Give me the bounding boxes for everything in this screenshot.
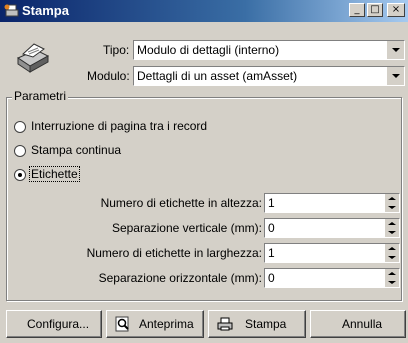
horizontal-sep-stepper[interactable]: 0: [264, 268, 400, 288]
modulo-value: Dettagli di un asset (amAsset): [137, 69, 298, 83]
preview-label: Anteprima: [139, 317, 194, 331]
field-label-width-count: Numero di etichette in larghezza:: [86, 246, 262, 260]
print-label: Stampa: [245, 317, 287, 331]
spinner[interactable]: [385, 269, 399, 287]
spinner[interactable]: [385, 244, 399, 262]
title-bar[interactable]: Stampa _ □ ×: [0, 0, 408, 22]
radio-continuous-label[interactable]: Stampa continua: [31, 143, 121, 157]
spinner[interactable]: [385, 194, 399, 212]
field-label-height-count: Numero di etichette in altezza:: [100, 196, 262, 210]
printer-icon: [217, 317, 233, 331]
cancel-button[interactable]: Annulla: [310, 310, 406, 338]
radio-page-break-label[interactable]: Interruzione di pagina tra i record: [31, 119, 207, 133]
chevron-down-icon[interactable]: [387, 67, 404, 85]
width-count-value: 1: [268, 246, 275, 260]
radio-labels[interactable]: [14, 169, 26, 181]
vertical-sep-value: 0: [268, 221, 275, 235]
spin-down-icon[interactable]: [385, 253, 399, 262]
spin-up-icon[interactable]: [385, 219, 399, 228]
spin-down-icon[interactable]: [385, 278, 399, 287]
height-count-stepper[interactable]: 1: [264, 193, 400, 213]
print-button[interactable]: Stampa: [208, 310, 306, 338]
window-title: Stampa: [22, 3, 69, 18]
spinner[interactable]: [385, 219, 399, 237]
configure-label: Configura...: [27, 317, 90, 331]
cancel-label: Annulla: [342, 317, 383, 331]
chevron-down-icon[interactable]: [387, 41, 404, 59]
spin-up-icon[interactable]: [385, 244, 399, 253]
radio-continuous[interactable]: [14, 145, 26, 157]
horizontal-sep-value: 0: [268, 271, 275, 285]
spin-up-icon[interactable]: [385, 269, 399, 278]
radio-labels-label[interactable]: Etichette: [29, 166, 80, 182]
print-dialog: Stampa _ □ × Tipo: Modulo di dettagli (i…: [0, 0, 408, 343]
spin-down-icon[interactable]: [385, 203, 399, 212]
radio-page-break[interactable]: [14, 121, 26, 133]
printer-app-icon: [4, 4, 19, 17]
magnifier-icon: [115, 316, 129, 332]
spin-up-icon[interactable]: [385, 194, 399, 203]
printer-icon: [16, 43, 50, 73]
preview-button[interactable]: Anteprima: [106, 310, 204, 338]
height-count-value: 1: [268, 196, 275, 210]
spin-down-icon[interactable]: [385, 228, 399, 237]
modulo-label: Modulo:: [87, 69, 130, 83]
configure-button[interactable]: Configura...: [6, 310, 102, 338]
minimize-button[interactable]: _: [349, 3, 365, 17]
close-button[interactable]: ×: [387, 3, 405, 17]
field-label-vertical-sep: Separazione verticale (mm):: [111, 221, 262, 235]
maximize-button[interactable]: □: [367, 3, 383, 17]
field-label-horizontal-sep: Separazione orizzontale (mm):: [98, 271, 262, 285]
tipo-select[interactable]: Modulo di dettagli (interno): [133, 40, 405, 60]
parameters-group-title: Parametri: [12, 89, 69, 103]
tipo-label: Tipo:: [103, 43, 130, 57]
width-count-stepper[interactable]: 1: [264, 243, 400, 263]
vertical-sep-stepper[interactable]: 0: [264, 218, 400, 238]
tipo-value: Modulo di dettagli (interno): [137, 43, 280, 57]
modulo-select[interactable]: Dettagli di un asset (amAsset): [133, 66, 405, 86]
